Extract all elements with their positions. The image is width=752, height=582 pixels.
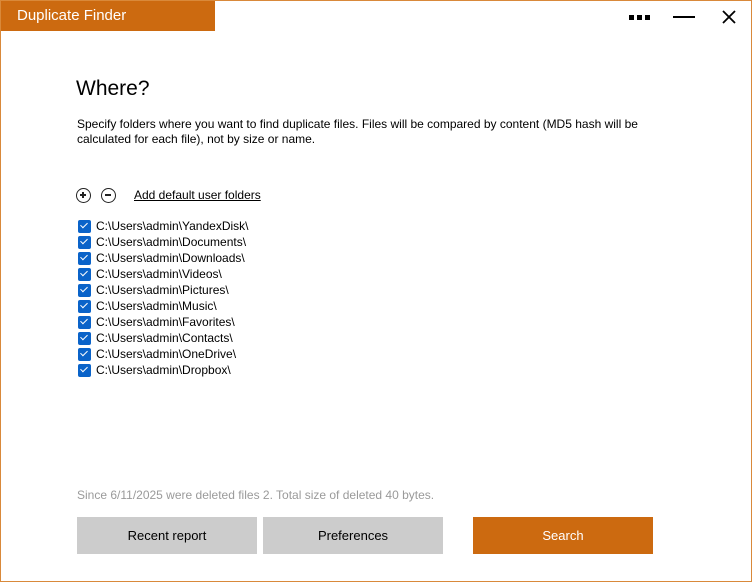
- search-button[interactable]: Search: [473, 517, 653, 554]
- minimize-icon[interactable]: [666, 5, 702, 29]
- folder-checkbox[interactable]: [78, 331, 91, 345]
- minus-circle-icon[interactable]: [101, 187, 116, 203]
- folder-checkbox[interactable]: [78, 235, 91, 249]
- folder-checkbox[interactable]: [78, 283, 91, 297]
- folder-path: C:\Users\admin\OneDrive\: [96, 347, 237, 361]
- folder-checkbox[interactable]: [78, 267, 91, 281]
- list-item: C:\Users\admin\Contacts\: [78, 330, 249, 346]
- folder-path: C:\Users\admin\Favorites\: [96, 315, 235, 329]
- add-default-folders-link[interactable]: Add default user folders: [134, 188, 261, 202]
- list-item: C:\Users\admin\Favorites\: [78, 314, 249, 330]
- folder-checkbox[interactable]: [78, 299, 91, 313]
- folder-path: C:\Users\admin\Music\: [96, 299, 217, 313]
- folder-path: C:\Users\admin\Dropbox\: [96, 363, 231, 377]
- list-item: C:\Users\admin\Music\: [78, 298, 249, 314]
- list-item: C:\Users\admin\Videos\: [78, 266, 249, 282]
- folder-path: C:\Users\admin\Videos\: [96, 267, 222, 281]
- folder-list: C:\Users\admin\YandexDisk\ C:\Users\admi…: [78, 218, 249, 378]
- list-item: C:\Users\admin\Documents\: [78, 234, 249, 250]
- list-item: C:\Users\admin\Dropbox\: [78, 362, 249, 378]
- list-item: C:\Users\admin\OneDrive\: [78, 346, 249, 362]
- preferences-button[interactable]: Preferences: [263, 517, 443, 554]
- folder-toolbar: Add default user folders: [76, 186, 261, 204]
- folder-checkbox[interactable]: [78, 363, 91, 377]
- status-text: Since 6/11/2025 were deleted files 2. To…: [77, 488, 435, 502]
- window-title: Duplicate Finder: [1, 1, 215, 31]
- list-item: C:\Users\admin\Pictures\: [78, 282, 249, 298]
- folder-path: C:\Users\admin\Pictures\: [96, 283, 229, 297]
- close-icon[interactable]: [711, 5, 747, 29]
- list-item: C:\Users\admin\Downloads\: [78, 250, 249, 266]
- folder-path: C:\Users\admin\Downloads\: [96, 251, 245, 265]
- folder-path: C:\Users\admin\Contacts\: [96, 331, 233, 345]
- list-item: C:\Users\admin\YandexDisk\: [78, 218, 249, 234]
- page-description: Specify folders where you want to find d…: [77, 117, 638, 146]
- folder-checkbox[interactable]: [78, 219, 91, 233]
- plus-circle-icon[interactable]: [76, 187, 91, 203]
- folder-checkbox[interactable]: [78, 347, 91, 361]
- page-title: Where?: [76, 77, 150, 100]
- recent-report-button[interactable]: Recent report: [77, 517, 257, 554]
- folder-checkbox[interactable]: [78, 315, 91, 329]
- folder-path: C:\Users\admin\Documents\: [96, 235, 247, 249]
- folder-path: C:\Users\admin\YandexDisk\: [96, 219, 249, 233]
- more-icon[interactable]: [621, 5, 657, 29]
- folder-checkbox[interactable]: [78, 251, 91, 265]
- app-window: Duplicate Finder Where? Specify folders …: [0, 0, 752, 582]
